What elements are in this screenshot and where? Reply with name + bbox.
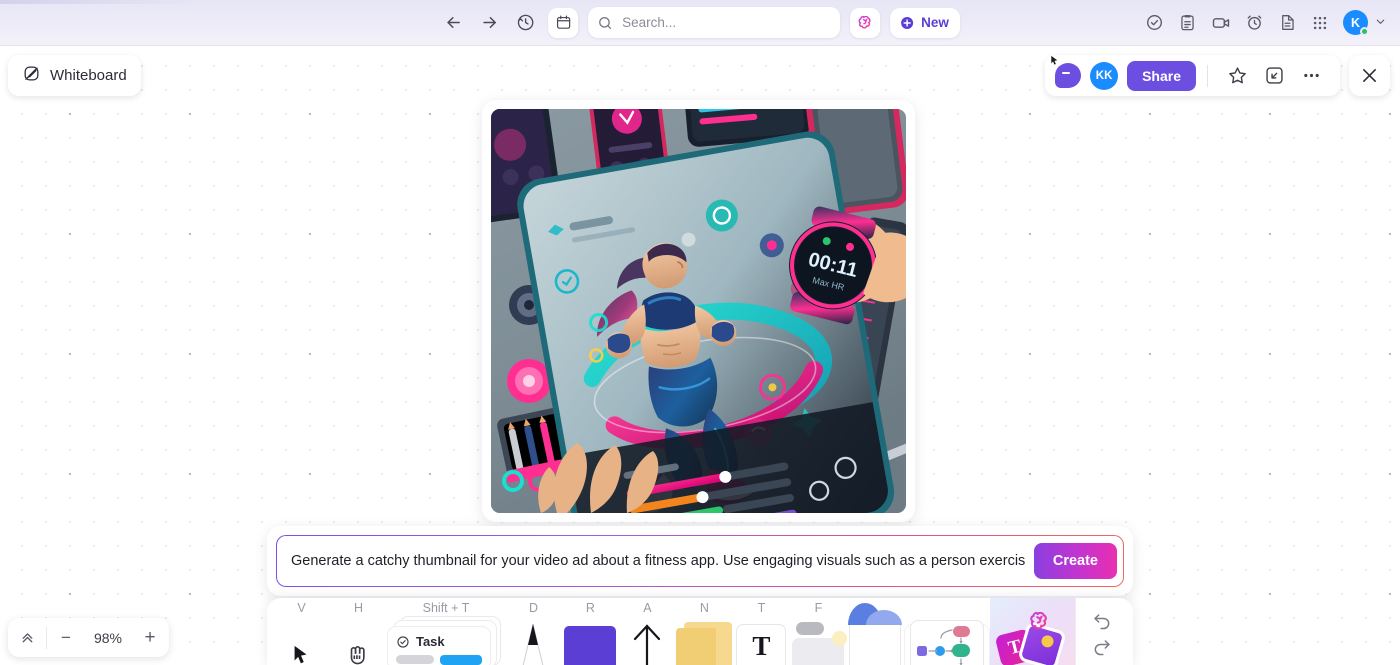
search-field[interactable] <box>622 15 831 30</box>
whiteboard-title-label: Whiteboard <box>50 67 127 84</box>
zoom-in-button[interactable]: + <box>131 618 169 657</box>
close-icon[interactable] <box>1349 55 1390 96</box>
arrow-tool[interactable]: A <box>619 598 676 665</box>
image-icon <box>849 620 901 665</box>
hand-tool[interactable]: H <box>330 598 387 665</box>
whiteboard-title-chip[interactable]: Whiteboard <box>8 55 141 96</box>
hand-icon <box>345 620 371 665</box>
arrow-up-icon <box>632 620 662 665</box>
frame-tool-shortcut: F <box>790 601 847 615</box>
note-tool-shortcut: N <box>676 601 733 615</box>
select-tool-shortcut: V <box>273 601 330 615</box>
sticky-note-icon <box>676 620 732 665</box>
plus-circle-icon <box>899 15 915 31</box>
image-tool[interactable] <box>847 598 904 665</box>
video-camera-icon[interactable] <box>1211 13 1231 33</box>
pen-edit-icon <box>22 64 41 88</box>
online-status-dot <box>1360 27 1369 36</box>
collaborator-avatar[interactable]: KK <box>1090 62 1118 90</box>
top-bar-center-group: New <box>440 7 960 38</box>
task-card-icon: Task <box>387 620 505 665</box>
pen-tool-shortcut: D <box>505 601 562 615</box>
text-tool[interactable]: T T <box>733 598 790 665</box>
app-root: New K <box>0 0 1400 665</box>
share-button[interactable]: Share <box>1127 61 1196 91</box>
check-circle-icon[interactable] <box>1145 13 1164 32</box>
tool-bar: V H Shift + T <box>267 598 1133 665</box>
ai-brain-icon <box>1027 608 1053 639</box>
more-horizontal-icon[interactable] <box>1301 65 1322 86</box>
divider <box>1207 65 1208 87</box>
avatar[interactable]: K <box>1343 10 1368 35</box>
prompt-input[interactable] <box>291 553 1026 569</box>
text-icon-glyph: T <box>736 624 786 665</box>
alarm-clock-icon[interactable] <box>1245 13 1264 32</box>
arrow-right-icon[interactable] <box>476 10 502 36</box>
new-button-label: New <box>921 15 949 30</box>
search-icon <box>597 15 613 31</box>
board-actions-panel: KK Share <box>1045 55 1340 96</box>
chevron-down-icon[interactable] <box>1375 16 1386 30</box>
new-button[interactable]: New <box>890 8 960 38</box>
collapse-icon[interactable] <box>1264 65 1285 86</box>
redo-icon[interactable] <box>1092 636 1112 656</box>
history-controls <box>1075 598 1127 665</box>
document-icon[interactable] <box>1278 13 1297 32</box>
search-input[interactable] <box>588 7 840 38</box>
history-clock-icon[interactable] <box>512 10 538 36</box>
clipboard-notes-icon[interactable] <box>1178 13 1197 32</box>
cursor-arrow-icon <box>290 620 312 665</box>
text-icon: T <box>736 620 786 665</box>
chevrons-up-icon[interactable] <box>8 618 46 657</box>
ai-magic-icon: T <box>994 604 1072 665</box>
note-tool[interactable]: N <box>676 598 733 665</box>
undo-icon[interactable] <box>1092 610 1112 630</box>
rectangle-tool[interactable]: R <box>562 598 619 665</box>
rectangle-icon <box>564 620 616 665</box>
comment-cursor-icon[interactable] <box>1055 63 1081 88</box>
arrow-left-icon[interactable] <box>440 10 466 36</box>
prompt-field-wrapper[interactable]: Create <box>276 535 1124 587</box>
star-icon[interactable] <box>1227 65 1248 86</box>
top-bar-right-group: K <box>1145 10 1386 35</box>
arrow-tool-shortcut: A <box>619 601 676 615</box>
text-tool-shortcut: T <box>733 601 790 615</box>
task-tool[interactable]: Shift + T Task <box>387 598 505 665</box>
zoom-level-label[interactable]: 98% <box>85 630 131 646</box>
task-card-label: Task <box>416 634 445 649</box>
cursor-arrow-icon <box>1049 54 1060 72</box>
task-tool-shortcut: Shift + T <box>387 601 505 615</box>
create-button[interactable]: Create <box>1034 543 1117 579</box>
calendar-icon[interactable] <box>548 8 578 38</box>
rectangle-tool-shortcut: R <box>562 601 619 615</box>
pen-tool[interactable]: D <box>505 598 562 665</box>
prompt-bar: Create <box>267 526 1133 596</box>
generated-image: 00:11 Max HR <box>491 109 906 513</box>
pen-icon <box>520 620 546 665</box>
zoom-control: − 98% + <box>8 618 169 657</box>
zoom-out-button[interactable]: − <box>47 618 85 657</box>
diagram-tool[interactable] <box>904 598 990 665</box>
ai-tool[interactable]: T <box>990 598 1075 665</box>
apps-grid-icon[interactable] <box>1311 14 1329 32</box>
flowchart-icon <box>904 620 990 665</box>
hand-tool-shortcut: H <box>330 601 387 615</box>
select-tool[interactable]: V <box>273 598 330 665</box>
ai-brain-icon[interactable] <box>850 8 880 38</box>
avatar-initial: K <box>1351 16 1360 30</box>
top-bar: New K <box>0 0 1400 46</box>
generated-image-card[interactable]: 00:11 Max HR <box>482 100 915 522</box>
